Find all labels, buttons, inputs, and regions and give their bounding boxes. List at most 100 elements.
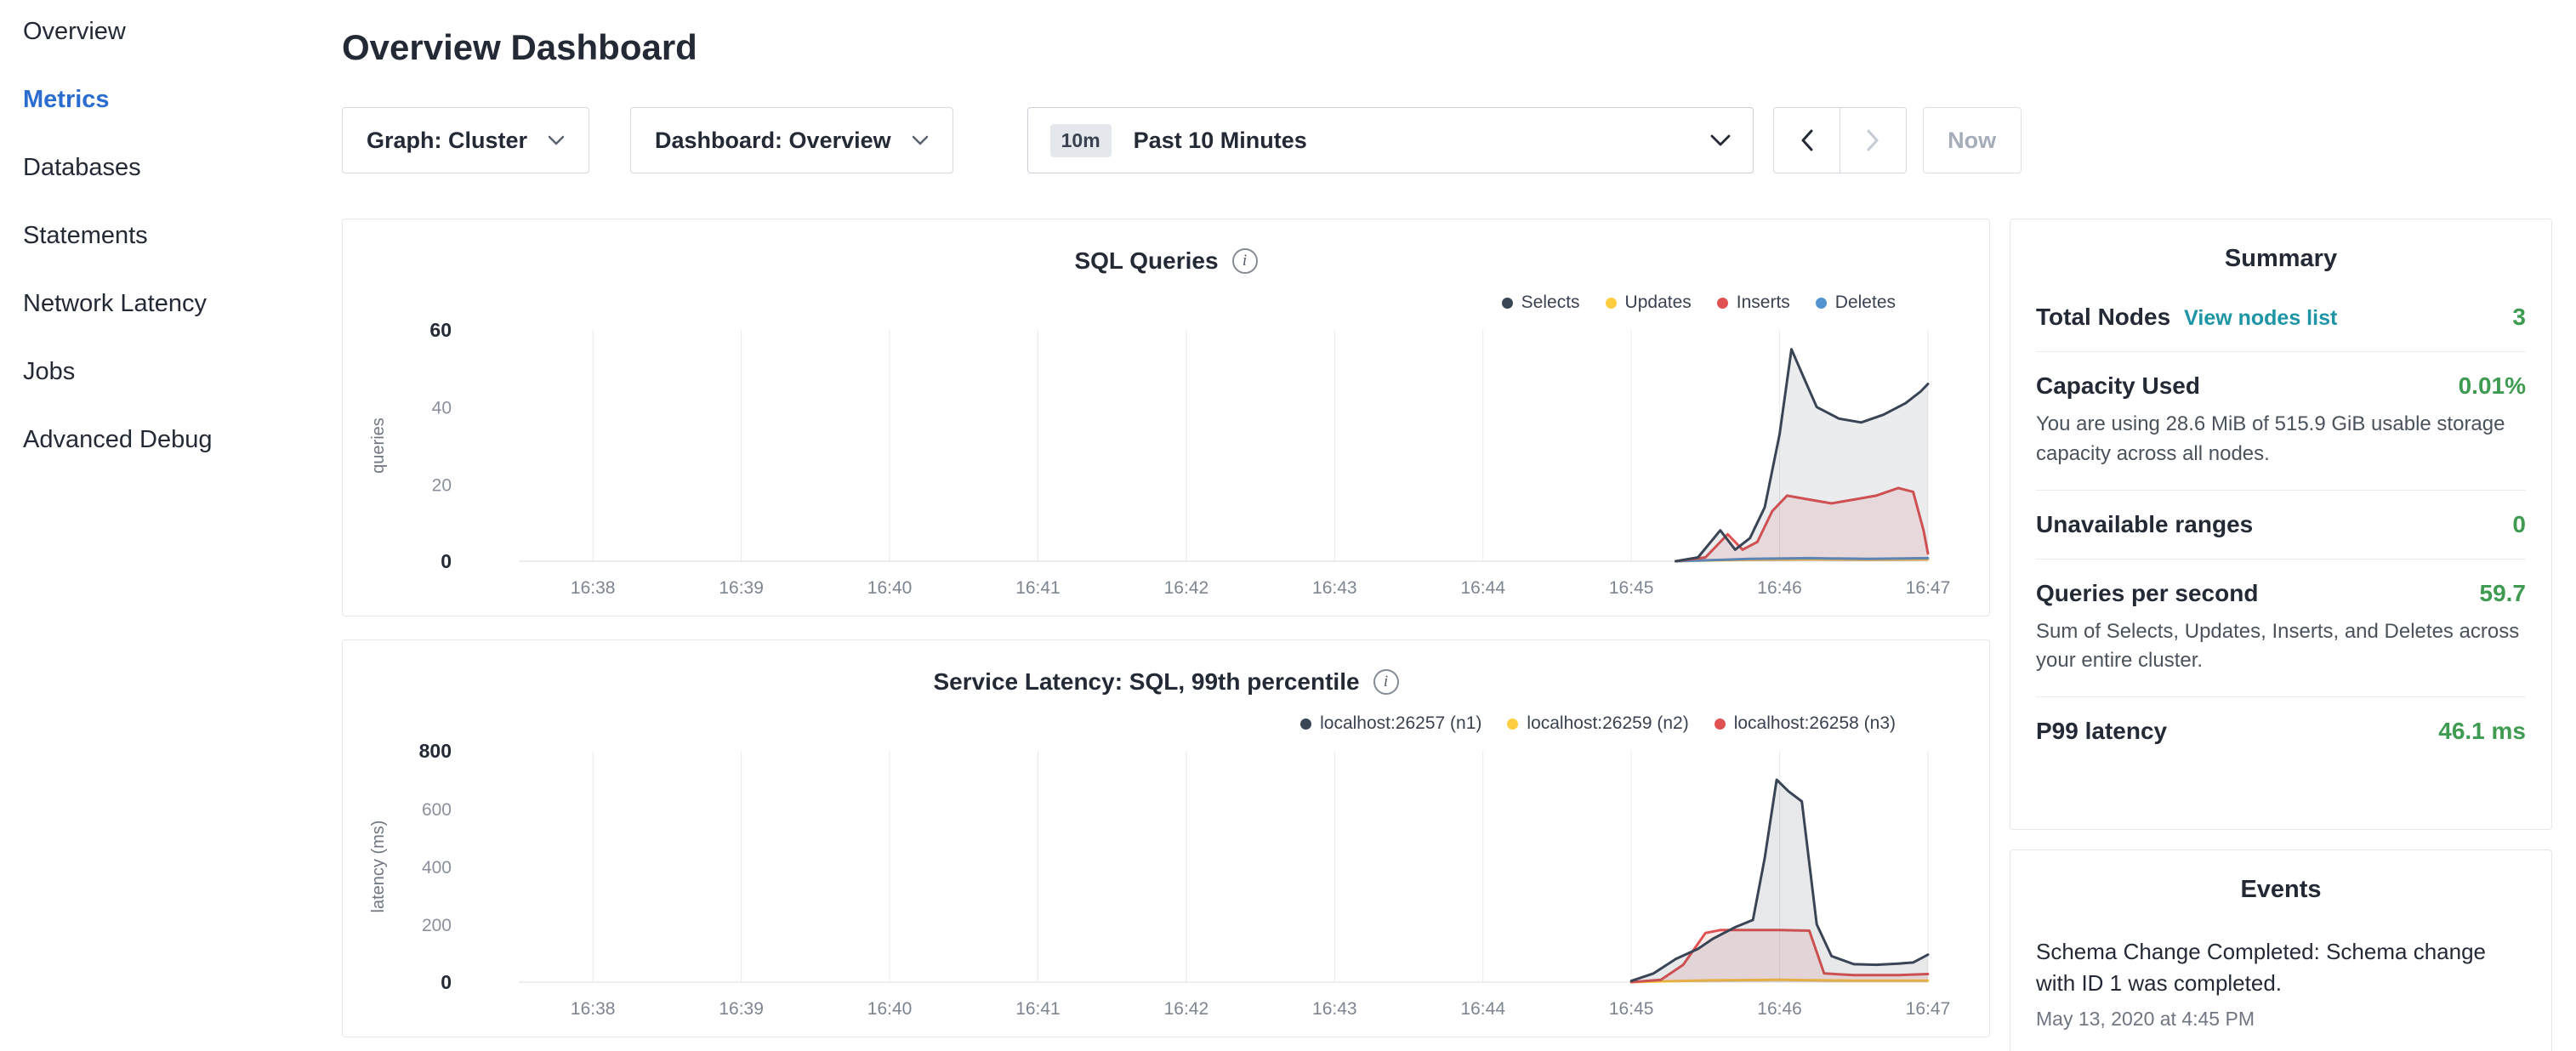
legend-item[interactable]: Inserts (1717, 293, 1790, 313)
chevron-down-icon (548, 135, 565, 145)
charts-column: SQL Queries i Selects Updates Inserts Delet… (342, 219, 1990, 1051)
x-tick-label: 16:44 (1460, 578, 1505, 598)
time-next-button[interactable] (1840, 107, 1907, 173)
legend-dot (1717, 298, 1728, 309)
view-nodes-list-link[interactable]: View nodes list (2184, 306, 2337, 331)
summary-label: Unavailable ranges (2036, 511, 2253, 538)
sidebar-item-overview[interactable]: Overview (0, 0, 340, 65)
sidebar-item-advanced-debug[interactable]: Advanced Debug (0, 406, 340, 474)
sidebar-item-jobs[interactable]: Jobs (0, 338, 340, 406)
summary-description: You are using 28.6 MiB of 515.9 GiB usab… (2036, 410, 2526, 469)
legend-label: Inserts (1737, 293, 1790, 313)
summary-row-p99-latency: P99 latency46.1 ms (2036, 696, 2526, 765)
legend-item[interactable]: localhost:26259 (n2) (1507, 713, 1688, 734)
x-tick-label: 16:40 (867, 999, 913, 1019)
legend-label: localhost:26257 (n1) (1320, 713, 1481, 734)
legend-label: localhost:26259 (n2) (1527, 713, 1688, 734)
summary-row-capacity-used: Capacity Used0.01%You are using 28.6 MiB… (2036, 351, 2526, 490)
x-tick-label: 16:42 (1164, 999, 1209, 1019)
summary-row-total-nodes: Total NodesView nodes list3 (2036, 283, 2526, 351)
series-area (1676, 349, 1929, 561)
legend-item[interactable]: localhost:26258 (n3) (1714, 713, 1896, 734)
time-range-label: Past 10 Minutes (1134, 128, 1307, 154)
sidebar-item-databases[interactable]: Databases (0, 134, 340, 202)
y-axis-label: queries (369, 418, 388, 474)
summary-label: P99 latency (2036, 718, 2167, 745)
info-icon[interactable]: i (1373, 669, 1399, 695)
legend-label: localhost:26258 (n3) (1734, 713, 1896, 734)
graph-selector-dropdown[interactable]: Graph: Cluster (342, 107, 589, 173)
chevron-left-icon (1800, 129, 1813, 151)
legend-dot (1816, 298, 1827, 309)
x-tick-label: 16:46 (1757, 578, 1802, 598)
summary-label: Queries per second (2036, 580, 2258, 607)
dashboard-selector-dropdown[interactable]: Dashboard: Overview (630, 107, 953, 173)
time-nav-arrows (1773, 107, 1907, 173)
legend-dot (1300, 719, 1311, 730)
dashboard-selector-label: Dashboard: Overview (655, 128, 891, 154)
chart-title: SQL Queries (1074, 247, 1218, 275)
x-tick-label: 16:47 (1906, 999, 1951, 1019)
x-tick-label: 16:39 (719, 999, 764, 1019)
chevron-right-icon (1867, 129, 1879, 151)
legend-item[interactable]: Selects (1502, 293, 1580, 313)
legend-item[interactable]: localhost:26257 (n1) (1300, 713, 1481, 734)
legend-label: Selects (1521, 293, 1580, 313)
y-tick-label: 40 (432, 399, 452, 418)
sidebar-item-network-latency[interactable]: Network Latency (0, 270, 340, 338)
x-tick-label: 16:38 (571, 578, 616, 598)
event-text: Schema Change Completed: Schema change w… (2036, 936, 2526, 999)
y-tick-label: 200 (422, 916, 452, 935)
x-tick-label: 16:38 (571, 999, 616, 1019)
sidebar-item-metrics[interactable]: Metrics (0, 65, 340, 134)
events-list: Schema Change Completed: Schema change w… (2036, 936, 2526, 1031)
legend-label: Updates (1625, 293, 1692, 313)
summary-label: Total Nodes (2036, 304, 2170, 331)
summary-panel: Summary Total NodesView nodes list3Capac… (2010, 219, 2552, 830)
y-tick-label: 400 (422, 858, 452, 878)
y-tick-label: 600 (422, 800, 452, 820)
legend-dot (1507, 719, 1518, 730)
y-axis-label: latency (ms) (369, 821, 388, 913)
info-icon[interactable]: i (1232, 248, 1258, 274)
x-tick-label: 16:39 (719, 578, 764, 598)
db-console-page: OverviewMetricsDatabasesStatementsNetwor… (0, 0, 2576, 1051)
legend-dot (1502, 298, 1513, 309)
sidebar-nav: OverviewMetricsDatabasesStatementsNetwor… (0, 0, 340, 474)
y-tick-label: 20 (432, 475, 452, 495)
right-column: Summary Total NodesView nodes list3Capac… (2010, 219, 2552, 1051)
time-prev-button[interactable] (1773, 107, 1840, 173)
time-range-picker[interactable]: 10m Past 10 Minutes (1027, 107, 1754, 173)
chart-canvas: 16:3816:3916:4016:4116:4216:4316:4416:45… (343, 219, 1989, 616)
x-tick-label: 16:45 (1609, 578, 1654, 598)
graph-selector-label: Graph: Cluster (367, 128, 527, 154)
chart-canvas: 16:3816:3916:4016:4116:4216:4316:4416:45… (343, 640, 1989, 1037)
y-tick-label: 0 (441, 971, 452, 993)
summary-title: Summary (2036, 219, 2526, 283)
chart-header: SQL Queries i (343, 247, 1989, 275)
events-panel: Events Schema Change Completed: Schema c… (2010, 849, 2552, 1051)
now-button[interactable]: Now (1923, 107, 2022, 173)
y-tick-label: 60 (429, 319, 452, 341)
chart-panel-sql-queries: SQL Queries i Selects Updates Inserts Delet… (342, 219, 1990, 616)
chart-title: Service Latency: SQL, 99th percentile (933, 668, 1359, 696)
summary-row-queries-per-second: Queries per second59.7Sum of Selects, Up… (2036, 559, 2526, 697)
sidebar-item-statements[interactable]: Statements (0, 202, 340, 270)
event-timestamp: May 13, 2020 at 4:45 PM (2036, 1008, 2526, 1031)
summary-row-unavailable-ranges: Unavailable ranges0 (2036, 490, 2526, 559)
legend-item[interactable]: Updates (1606, 293, 1692, 313)
legend-item[interactable]: Deletes (1816, 293, 1896, 313)
chart-legend: Selects Updates Inserts Deletes (1502, 293, 1896, 313)
summary-label: Capacity Used (2036, 372, 2200, 400)
controls-bar: Graph: Cluster Dashboard: Overview 10m P… (342, 107, 2022, 173)
chevron-down-icon (1710, 134, 1731, 146)
x-tick-label: 16:46 (1757, 999, 1802, 1019)
event-item[interactable]: Schema Change Completed: Schema change w… (2036, 936, 2526, 1031)
x-tick-label: 16:45 (1609, 999, 1654, 1019)
summary-value: 59.7 (2480, 580, 2527, 607)
chevron-down-icon (912, 135, 929, 145)
x-tick-label: 16:41 (1015, 578, 1061, 598)
y-tick-label: 0 (441, 550, 452, 572)
y-tick-label: 800 (419, 740, 452, 762)
chart-legend: localhost:26257 (n1) localhost:26259 (n2)… (1300, 713, 1896, 734)
